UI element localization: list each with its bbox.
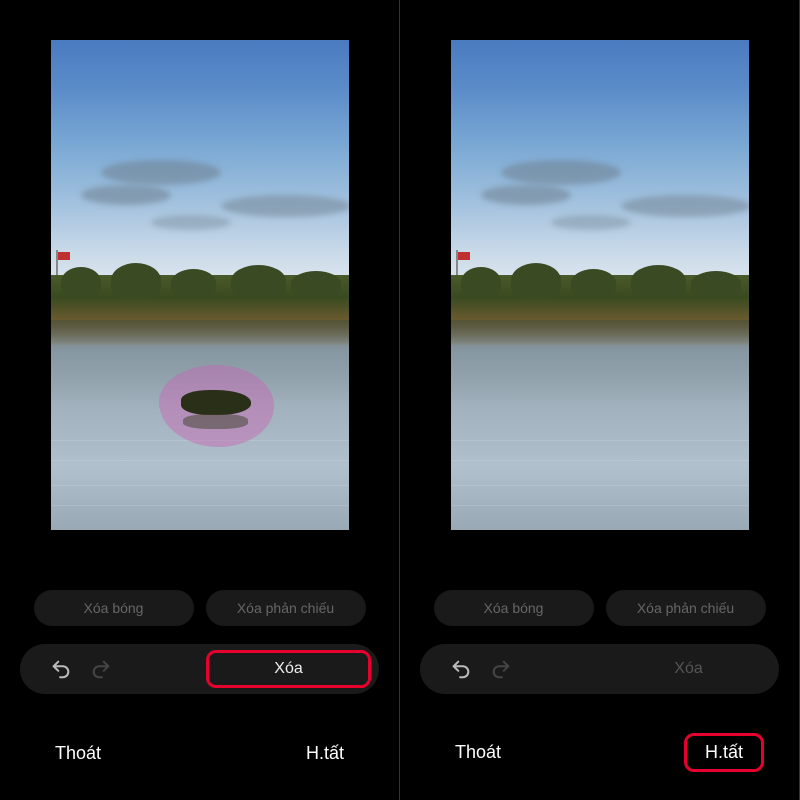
- erase-shadow-button[interactable]: Xóa bóng: [34, 590, 194, 626]
- controls-area: Xóa bóng Xóa phản chiếu Xóa: [400, 590, 799, 694]
- editor-screen-before: Xóa bóng Xóa phản chiếu Xóa Thoát H.tất: [0, 0, 400, 800]
- exit-button[interactable]: Thoát: [435, 733, 521, 772]
- undo-icon[interactable]: [50, 658, 72, 680]
- photo-treeline: [451, 275, 749, 320]
- photo-sky: [451, 40, 749, 275]
- bottom-bar: Thoát H.tất: [400, 733, 799, 772]
- photo-sky: [51, 40, 349, 275]
- photo-treeline: [51, 275, 349, 320]
- erase-button[interactable]: Xóa: [206, 650, 371, 688]
- done-button[interactable]: H.tất: [684, 733, 764, 772]
- redo-icon[interactable]: [90, 658, 112, 680]
- undo-icon[interactable]: [450, 658, 472, 680]
- photo-canvas[interactable]: [451, 40, 749, 530]
- erase-shadow-button[interactable]: Xóa bóng: [434, 590, 594, 626]
- bottom-bar: Thoát H.tất: [0, 735, 399, 772]
- photo-water: [451, 320, 749, 530]
- erase-reflection-button[interactable]: Xóa phản chiếu: [606, 590, 766, 626]
- action-bar: Xóa: [20, 644, 379, 694]
- redo-icon[interactable]: [490, 658, 512, 680]
- exit-button[interactable]: Thoát: [35, 735, 121, 772]
- controls-area: Xóa bóng Xóa phản chiếu Xóa: [0, 590, 399, 694]
- erase-button[interactable]: Xóa: [606, 650, 771, 688]
- erase-reflection-button[interactable]: Xóa phản chiếu: [206, 590, 366, 626]
- object-island-selected[interactable]: [171, 380, 261, 430]
- editor-screen-after: Xóa bóng Xóa phản chiếu Xóa Thoát H.tất: [400, 0, 800, 800]
- photo-canvas[interactable]: [51, 40, 349, 530]
- done-button[interactable]: H.tất: [286, 735, 364, 772]
- action-bar: Xóa: [420, 644, 779, 694]
